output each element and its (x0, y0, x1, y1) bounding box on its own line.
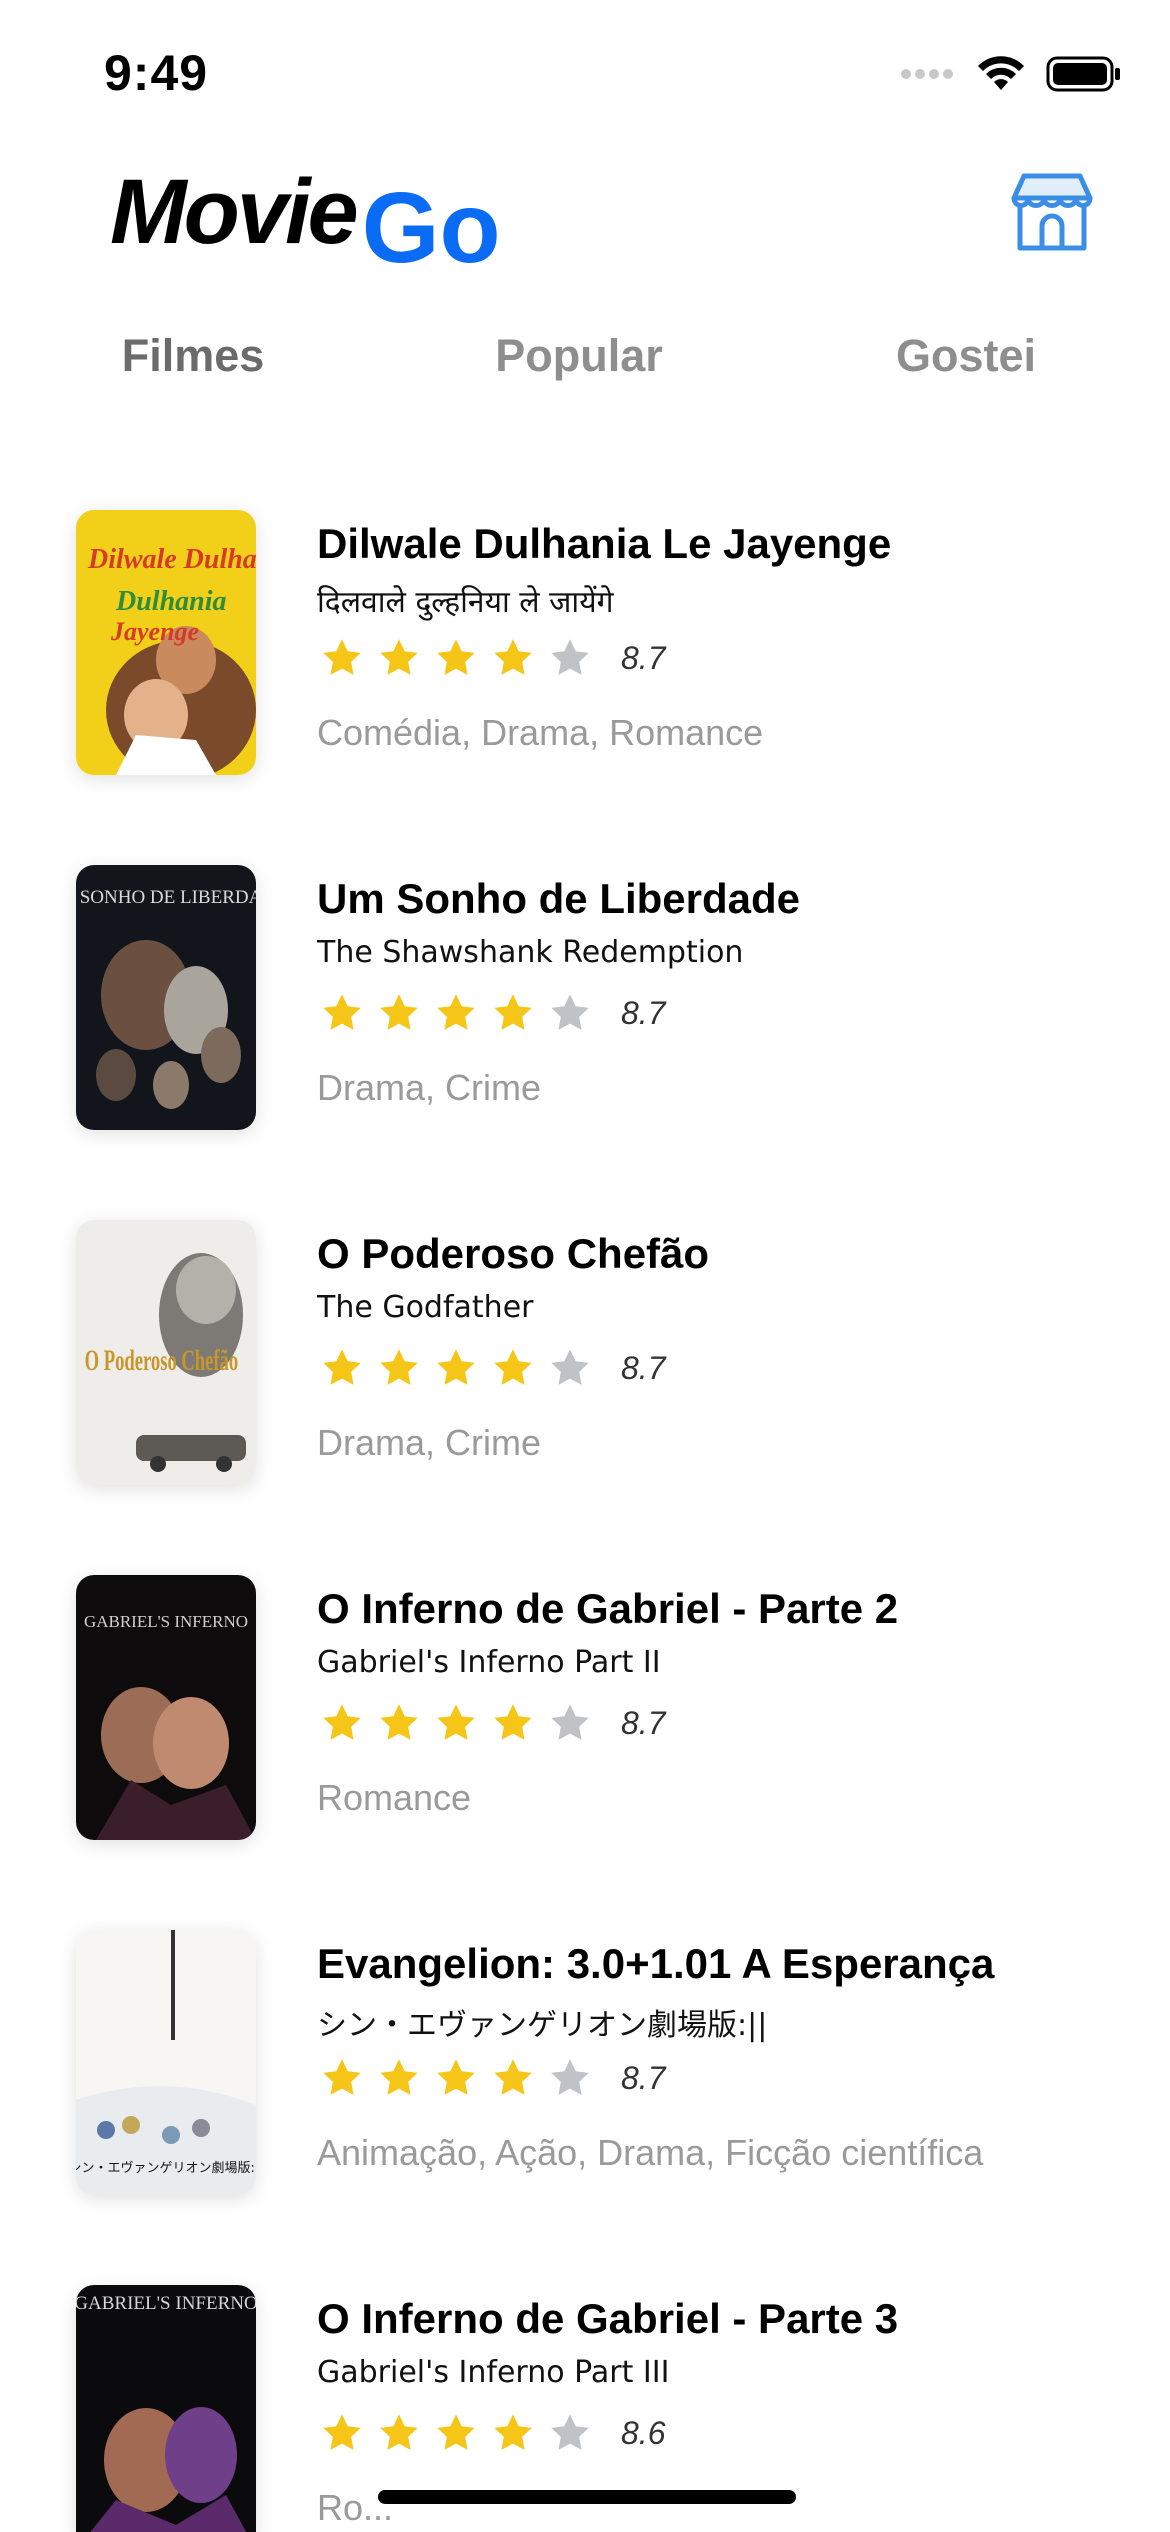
rating-value: 8.7 (621, 2059, 666, 2096)
movie-list: Dilwale Dulhania Le Jayenge Dulhania Jay… (0, 490, 1170, 2532)
rating-value: 8.7 (621, 1704, 666, 1741)
star-filled-icon (323, 639, 361, 675)
rating-value: 8.7 (621, 639, 666, 676)
tab-gostei[interactable]: Gostei (896, 330, 1036, 382)
movie-poster: UM SONHO DE LIBERDADE (76, 865, 256, 1130)
star-filled-icon (380, 2414, 418, 2450)
movie-title: O Inferno de Gabriel - Parte 3 (317, 2295, 899, 2342)
movie-original-title: The Shawshank Redemption (317, 935, 744, 970)
home-indicator[interactable] (378, 2490, 796, 2504)
movie-genres: Drama, Crime (317, 1067, 542, 1108)
star-filled-icon (437, 639, 475, 675)
poster-text: GABRIEL'S INFERNO (84, 1612, 248, 1631)
status-icons (900, 54, 1122, 98)
star-rating: 8.7 (320, 1698, 665, 1748)
movie-poster: シン・エヴァンゲリオン劇場版:|| (76, 1930, 256, 2195)
svg-text:Dulhania: Dulhania (115, 586, 227, 617)
status-time: 9:49 (104, 45, 209, 101)
rating-value: 8.7 (621, 994, 666, 1031)
star-filled-icon (380, 1704, 418, 1740)
star-filled-icon (437, 1349, 475, 1385)
movie-genres: Animação, Ação, Drama, Ficção científica (317, 2132, 984, 2173)
star-filled-icon (494, 1349, 532, 1385)
svg-text:Jayenge: Jayenge (110, 617, 199, 646)
movie-poster: GABRIEL'S INFERNO (76, 2285, 256, 2532)
movie-poster: GABRIEL'S INFERNO (76, 1575, 256, 1840)
logo-text-movie: Movie (110, 161, 359, 263)
movie-original-title: The Godfather (317, 1290, 534, 1325)
star-empty-icon (551, 2059, 589, 2095)
movie-row[interactable]: シン・エヴァンゲリオン劇場版:|| Evangelion: 3.0+1.01 A… (0, 1910, 1170, 2265)
movie-poster: O Poderoso Chefão (76, 1220, 256, 1485)
movie-title: O Inferno de Gabriel - Parte 2 (317, 1585, 899, 1632)
rating-value: 8.7 (621, 1349, 666, 1386)
movie-row[interactable]: O Poderoso Chefão O Poderoso Chefão The … (0, 1200, 1170, 1555)
movie-row[interactable]: UM SONHO DE LIBERDADE Um Sonho de Liberd… (0, 845, 1170, 1200)
movie-poster: Dilwale Dulhania Le Jayenge Dulhania Jay… (76, 510, 256, 775)
star-filled-icon (437, 2059, 475, 2095)
movie-title: O Poderoso Chefão (317, 1230, 710, 1277)
wifi-icon (976, 54, 1026, 99)
star-rating: 8.7 (320, 2053, 665, 2103)
star-empty-icon (551, 2414, 589, 2450)
storefront-icon (1011, 173, 1093, 251)
star-filled-icon (437, 2414, 475, 2450)
store-button[interactable] (1010, 170, 1094, 254)
star-filled-icon (323, 1349, 361, 1385)
tab-filmes[interactable]: Filmes (122, 330, 265, 382)
star-filled-icon (380, 1349, 418, 1385)
poster-text: O Poderoso Chefão (85, 1345, 238, 1377)
star-rating: 8.7 (320, 1343, 665, 1393)
star-filled-icon (494, 1704, 532, 1740)
movie-title: Um Sonho de Liberdade (317, 875, 801, 922)
star-filled-icon (494, 2059, 532, 2095)
app-logo: Movie Go (110, 148, 501, 278)
star-filled-icon (323, 994, 361, 1030)
movie-title: Dilwale Dulhania Le Jayenge (317, 520, 892, 567)
poster-text: シン・エヴァンゲリオン劇場版:|| (76, 2160, 256, 2176)
movie-row[interactable]: GABRIEL'S INFERNO O Inferno de Gabriel -… (0, 1555, 1170, 1910)
star-empty-icon (551, 1704, 589, 1740)
rating-value: 8.6 (621, 2414, 666, 2451)
cellular-signal-icon (900, 64, 956, 89)
movie-genres: Romance (317, 1777, 472, 1818)
star-filled-icon (323, 1704, 361, 1740)
movie-original-title: Gabriel's Inferno Part II (317, 1645, 661, 1680)
star-empty-icon (551, 994, 589, 1030)
star-filled-icon (437, 1704, 475, 1740)
star-filled-icon (380, 2059, 418, 2095)
logo-text-go: Go (361, 172, 501, 284)
status-bar: 9:49 (0, 0, 1170, 150)
star-filled-icon (380, 994, 418, 1030)
star-filled-icon (437, 994, 475, 1030)
movie-title: Evangelion: 3.0+1.01 A Esperança (317, 1940, 995, 1987)
star-rating: 8.7 (320, 988, 665, 1038)
star-rating: 8.6 (320, 2408, 665, 2458)
poster-text: GABRIEL'S INFERNO (76, 2293, 256, 2314)
star-rating: 8.7 (320, 633, 665, 683)
poster-text: UM SONHO DE LIBERDADE (76, 887, 256, 908)
star-filled-icon (323, 2414, 361, 2450)
star-filled-icon (380, 639, 418, 675)
battery-icon (1046, 55, 1122, 98)
star-empty-icon (551, 639, 589, 675)
poster-text: Dilwale Dulhania Le Jayenge (87, 544, 256, 575)
movie-genres: Drama, Crime (317, 1422, 542, 1463)
tab-popular[interactable]: Popular (495, 330, 663, 382)
movie-original-title: दिलवाले दुल्हनिया ले जायेंगे (317, 585, 614, 620)
movie-row[interactable]: Dilwale Dulhania Le Jayenge Dulhania Jay… (0, 490, 1170, 845)
star-filled-icon (494, 639, 532, 675)
star-filled-icon (494, 994, 532, 1030)
movie-original-title: シン・エヴァンゲリオン劇場版:|| (317, 2008, 768, 2043)
tab-bar: Filmes Popular Gostei (0, 330, 1170, 410)
star-empty-icon (551, 1349, 589, 1385)
movie-genres: Comédia, Drama, Romance (317, 712, 764, 753)
app-screen: 9:49 Movie Go Filmes Popular Gostei Dilw… (0, 0, 1170, 2532)
star-filled-icon (323, 2059, 361, 2095)
star-filled-icon (494, 2414, 532, 2450)
movie-original-title: Gabriel's Inferno Part III (317, 2355, 670, 2390)
